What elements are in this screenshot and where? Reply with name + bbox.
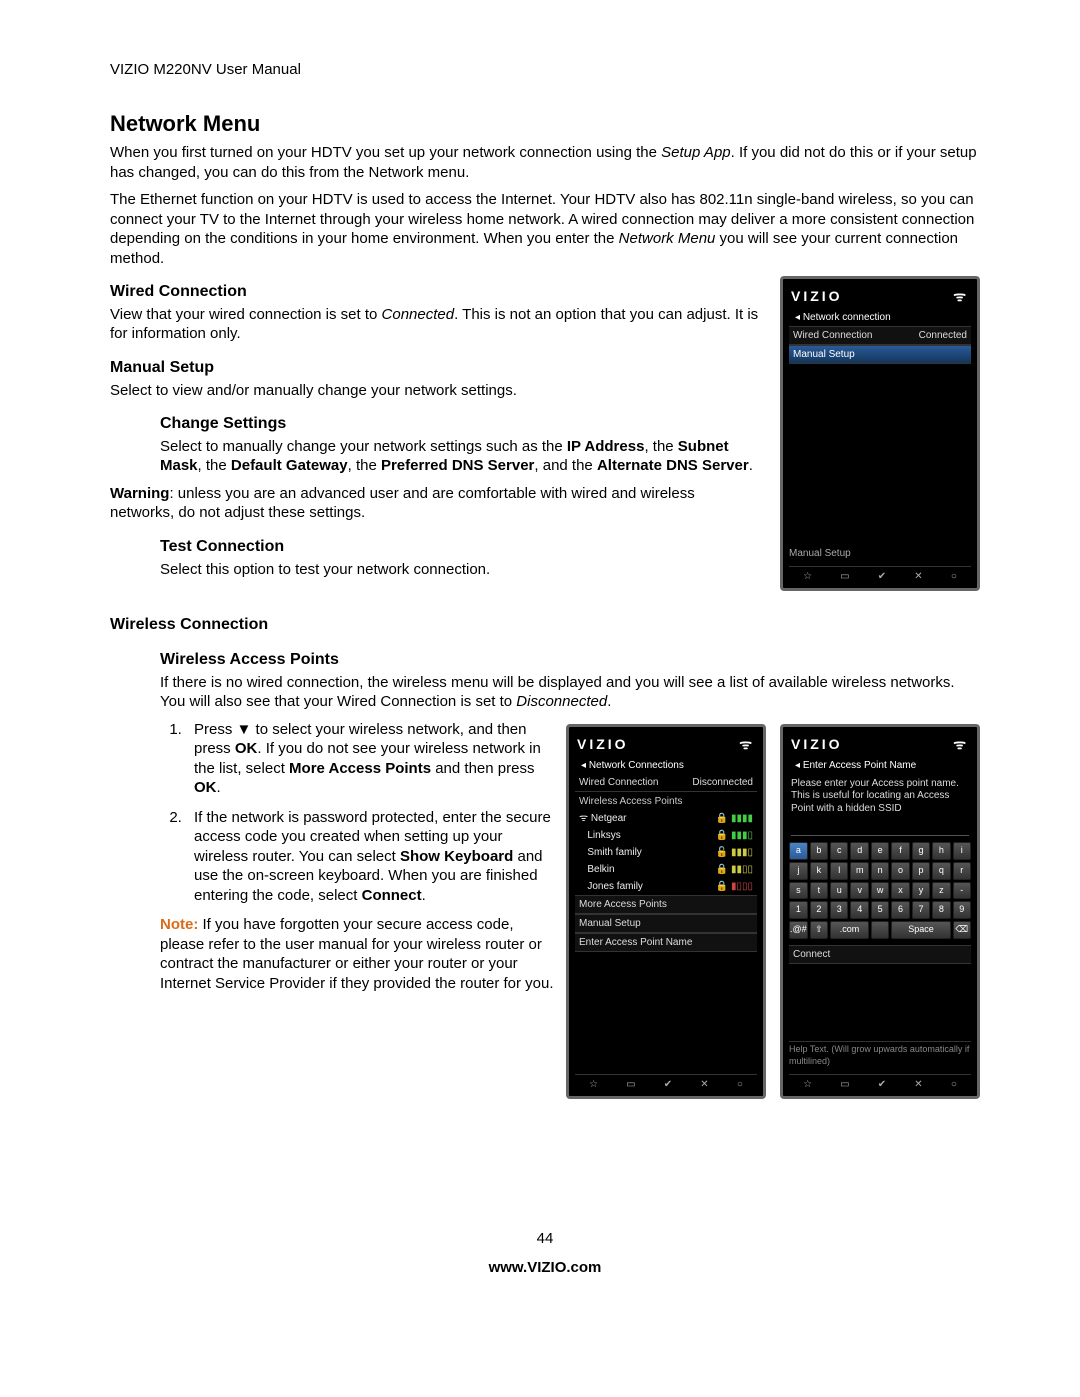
osd-manual-setup[interactable]: Manual Setup — [575, 914, 757, 933]
screenshot-row: VIZIOᯤ Network Connections Wired Connect… — [566, 724, 980, 1099]
page-title: Network Menu — [110, 110, 980, 139]
osd-brand: VIZIOᯤ — [789, 285, 971, 309]
screenshot-access-points: VIZIOᯤ Network Connections Wired Connect… — [566, 724, 766, 1099]
key-com[interactable]: .com — [830, 921, 869, 939]
wifi-icon: ᯤ — [953, 287, 969, 305]
doc-header: VIZIO M220NV User Manual — [110, 60, 980, 80]
signal-icon: ▮▮▮▯ — [731, 829, 753, 842]
more-access-points[interactable]: More Access Points — [575, 895, 757, 914]
signal-icon: ▮▯▯▯ — [731, 880, 753, 893]
osd-help-text: Help Text. (Will grow upwards automatica… — [789, 1041, 971, 1067]
ap-item[interactable]: Jones family🔒▮▯▯▯ — [575, 878, 757, 895]
lock-icon: 🔒 — [716, 880, 728, 893]
key-shift[interactable]: ⇧ — [810, 921, 828, 939]
ap-item[interactable]: Belkin🔒▮▮▯▯ — [575, 861, 757, 878]
osd-manual-setup[interactable]: Manual Setup — [789, 345, 971, 364]
wireless-connection-heading: Wireless Connection — [110, 615, 980, 636]
unlock-icon: 🔓 — [716, 846, 728, 859]
wireless-access-points-text: If there is no wired connection, the wir… — [160, 673, 980, 712]
osd-message: Please enter your Access point name. Thi… — [789, 774, 971, 820]
wireless-access-points-heading: Wireless Access Points — [160, 650, 980, 671]
key[interactable]: a — [789, 842, 808, 860]
connect-button[interactable]: Connect — [789, 945, 971, 964]
intro-paragraph-1: When you first turned on your HDTV you s… — [110, 143, 980, 182]
enter-ap-name[interactable]: Enter Access Point Name — [575, 933, 757, 952]
page-number: 44 — [110, 1229, 980, 1249]
signal-icon: ▮▮▯▯ — [731, 863, 753, 876]
osd-breadcrumb: Network connection — [789, 309, 971, 326]
wifi-icon: ᯤ — [739, 735, 755, 753]
key-backspace[interactable]: ⌫ — [953, 921, 971, 939]
osd-wired-row: Wired ConnectionConnected — [789, 326, 971, 345]
site-url: www.VIZIO.com — [110, 1258, 980, 1278]
osd-footer-icons: ☆▭✔✕○ — [789, 566, 971, 583]
page-footer: 44 www.VIZIO.com — [110, 1229, 980, 1278]
wifi-icon: ᯤ — [953, 735, 969, 753]
onscreen-keyboard[interactable]: abcdefghi jklmnopqr stuvwxyz- 123456789 … — [789, 842, 971, 938]
key-symbols[interactable]: .@# — [789, 921, 808, 939]
osd-hint: Manual Setup — [789, 547, 971, 560]
ap-item[interactable]: Smith family🔓▮▮▮▯ — [575, 844, 757, 861]
intro-paragraph-2: The Ethernet function on your HDTV is us… — [110, 190, 980, 268]
ap-name-input[interactable] — [791, 823, 969, 836]
ap-item[interactable]: Linksys🔒▮▮▮▯ — [575, 827, 757, 844]
screenshot-network-menu: VIZIOᯤ Network connection Wired Connecti… — [780, 276, 980, 591]
lock-icon: 🔒 — [716, 863, 728, 876]
ap-item[interactable]: ᯤ Netgear🔒▮▮▮▮ — [575, 810, 757, 827]
signal-icon: ▮▮▮▮ — [731, 812, 753, 825]
key-space[interactable]: Space — [891, 921, 950, 939]
screenshot-keyboard: VIZIOᯤ Enter Access Point Name Please en… — [780, 724, 980, 1099]
signal-icon: ▮▮▮▯ — [731, 846, 753, 859]
lock-icon: 🔒 — [716, 829, 728, 842]
lock-icon: 🔒 — [716, 812, 728, 825]
